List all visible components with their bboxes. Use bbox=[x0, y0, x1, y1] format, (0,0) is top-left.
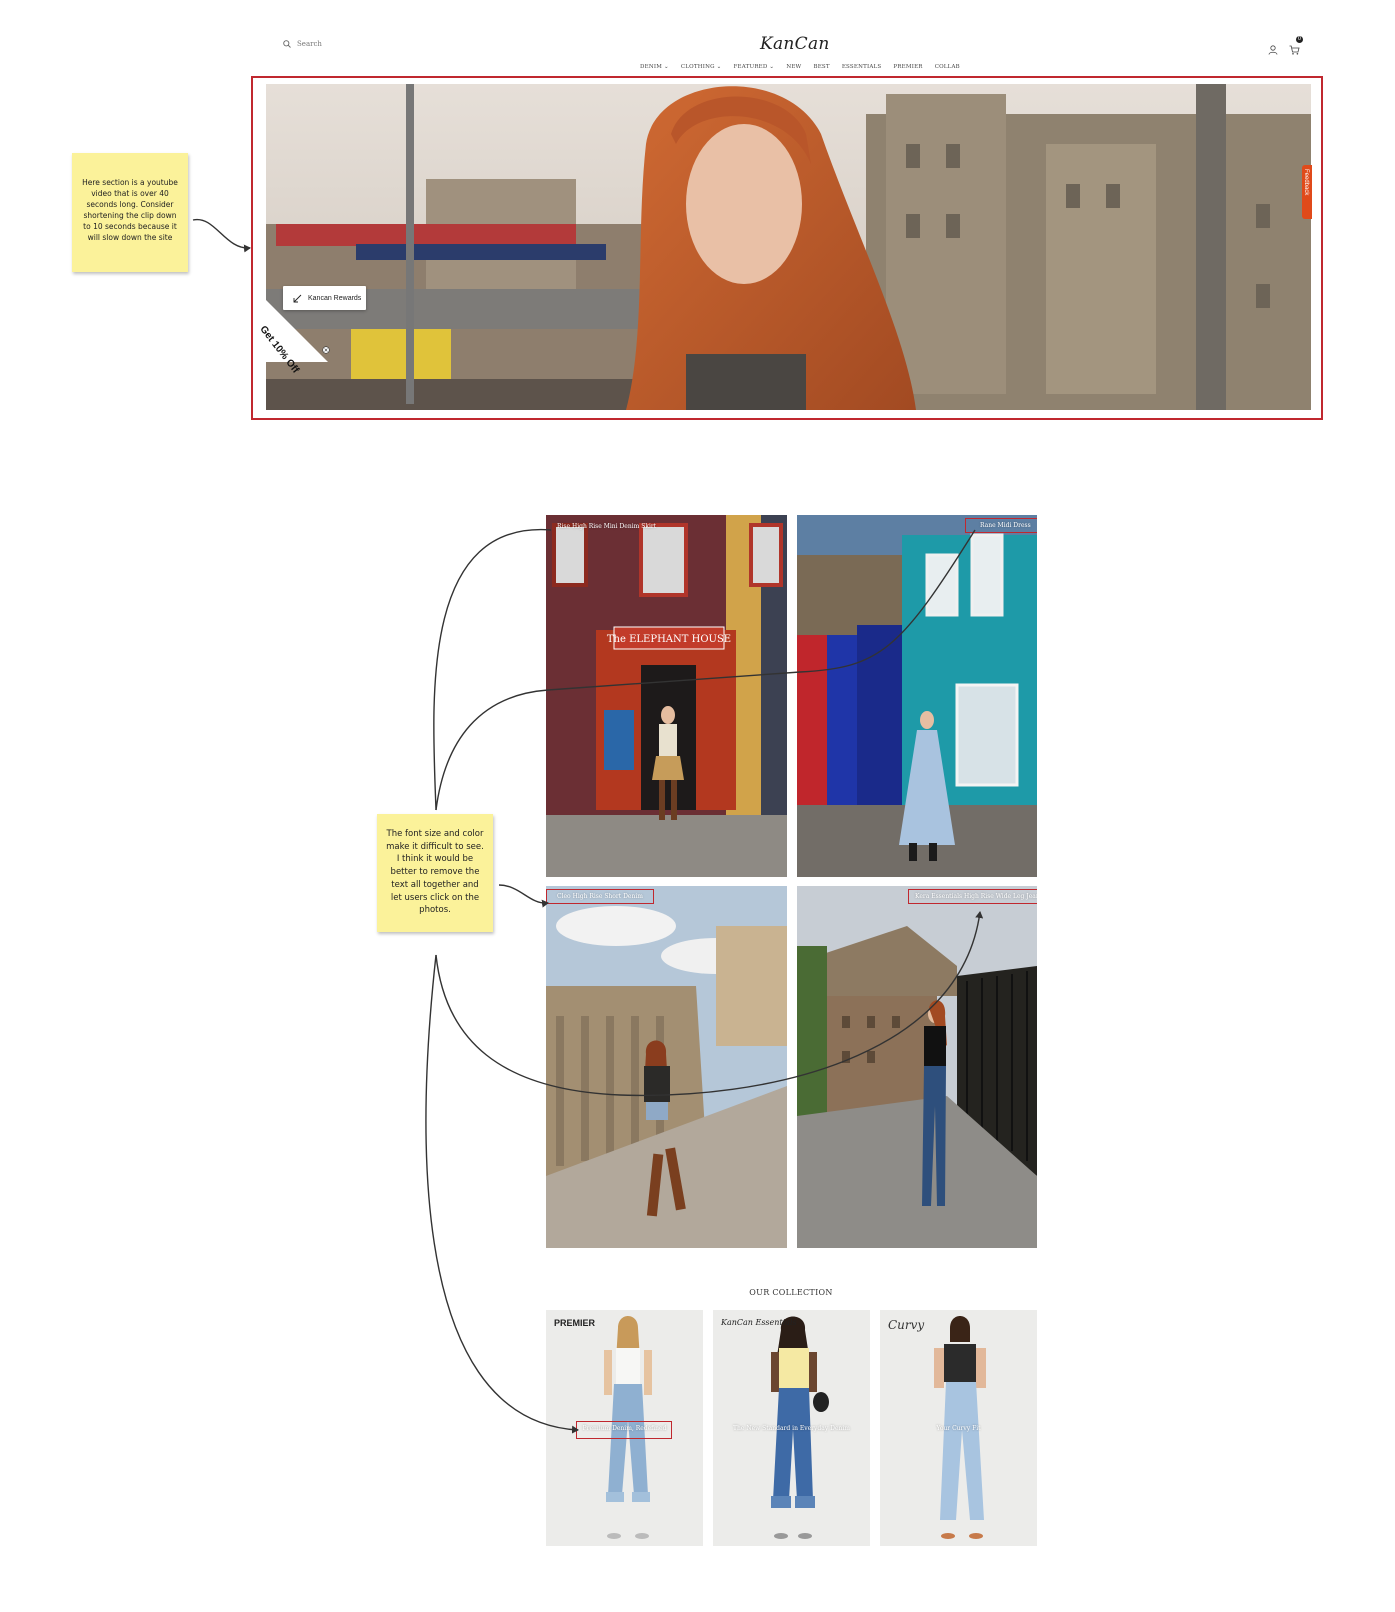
card-tagline[interactable]: Your Curvy Fit bbox=[880, 1425, 1037, 1432]
nav-item-clothing[interactable]: CLOTHING ⌄ bbox=[681, 64, 722, 70]
user-icon bbox=[1268, 45, 1278, 55]
main-nav: DENIM ⌄ CLOTHING ⌄ FEATURED ⌄ NEW BEST E… bbox=[640, 64, 960, 70]
product-photo-skirt[interactable]: The ELEPHANT HOUSE Rise High Rise Mini D… bbox=[546, 515, 787, 877]
photo-image bbox=[797, 515, 1037, 877]
caption-annotation-box bbox=[576, 1421, 672, 1439]
cart-icon bbox=[1289, 45, 1300, 55]
collection-card-essentials[interactable]: KanCan Essentials The New Standard in Ev… bbox=[713, 1310, 870, 1546]
product-photo-shorts[interactable]: Cleo High Rise Short Denim bbox=[546, 886, 787, 1248]
svg-text:The ELEPHANT HOUSE: The ELEPHANT HOUSE bbox=[607, 634, 731, 645]
arrow-note2-to-caption-3 bbox=[498, 884, 549, 908]
product-photo-dress[interactable]: Rane Midi Dress bbox=[797, 515, 1037, 877]
brand-label-curvy: Curvy bbox=[888, 1318, 925, 1332]
nav-item-essentials[interactable]: ESSENTIALS bbox=[842, 64, 882, 70]
account-button[interactable] bbox=[1268, 40, 1278, 59]
photo-caption-3[interactable]: Cleo High Rise Short Denim bbox=[546, 889, 654, 904]
photo-image: The ELEPHANT HOUSE bbox=[546, 515, 787, 877]
product-photo-jeans[interactable]: Kera Essentials High Rise Wide Leg Jeans bbox=[797, 886, 1037, 1248]
nav-item-new[interactable]: NEW bbox=[786, 64, 801, 70]
collection-card-curvy[interactable]: Curvy Your Curvy Fit bbox=[880, 1310, 1037, 1546]
nav-item-best[interactable]: BEST bbox=[813, 64, 829, 70]
nav-item-premier[interactable]: PREMIER bbox=[893, 64, 922, 70]
collection-card-premier[interactable]: PREMIER Premium Denim, Redefined bbox=[546, 1310, 703, 1546]
brand-label-premier: PREMIER bbox=[554, 1318, 596, 1328]
hero-video-frame bbox=[266, 84, 1311, 410]
discount-popup-tab[interactable]: Get 10% Off bbox=[257, 300, 330, 375]
nav-item-featured[interactable]: FEATURED ⌄ bbox=[734, 64, 775, 70]
photo-caption-2[interactable]: Rane Midi Dress bbox=[965, 518, 1037, 533]
brand-logo[interactable]: KanCan bbox=[760, 34, 830, 54]
photo-caption-4[interactable]: Kera Essentials High Rise Wide Leg Jeans bbox=[908, 889, 1037, 904]
nav-item-collab[interactable]: COLLAB bbox=[935, 64, 960, 70]
cart-count-badge: 0 bbox=[1296, 36, 1303, 43]
cart-button[interactable]: 0 bbox=[1289, 36, 1303, 59]
search-icon bbox=[283, 40, 291, 48]
feedback-tab[interactable]: Feedback bbox=[1302, 165, 1312, 219]
sticky-note-captions: The font size and color make it difficul… bbox=[377, 814, 493, 932]
search-input[interactable]: Search bbox=[297, 40, 322, 48]
photo-caption-1[interactable]: Rise High Rise Mini Denim Skirt bbox=[557, 523, 656, 530]
collection-heading: OUR COLLECTION bbox=[749, 1288, 833, 1297]
nav-item-denim[interactable]: DENIM ⌄ bbox=[640, 64, 669, 70]
arrow-note1-to-hero bbox=[192, 218, 251, 253]
arrow-note2-to-caption-1 bbox=[433, 529, 552, 811]
hero-video[interactable] bbox=[266, 84, 1311, 410]
photo-image bbox=[546, 886, 787, 1248]
close-icon[interactable] bbox=[322, 346, 330, 354]
search-bar[interactable]: Search bbox=[283, 40, 322, 48]
brand-label-essentials: KanCan Essentials bbox=[721, 1318, 797, 1327]
feedback-label: Feedback bbox=[1303, 169, 1309, 196]
card-tagline[interactable]: The New Standard in Everyday Denim bbox=[713, 1425, 870, 1432]
photo-image bbox=[797, 886, 1037, 1248]
sticky-note-video: Here section is a youtube video that is … bbox=[72, 153, 188, 272]
